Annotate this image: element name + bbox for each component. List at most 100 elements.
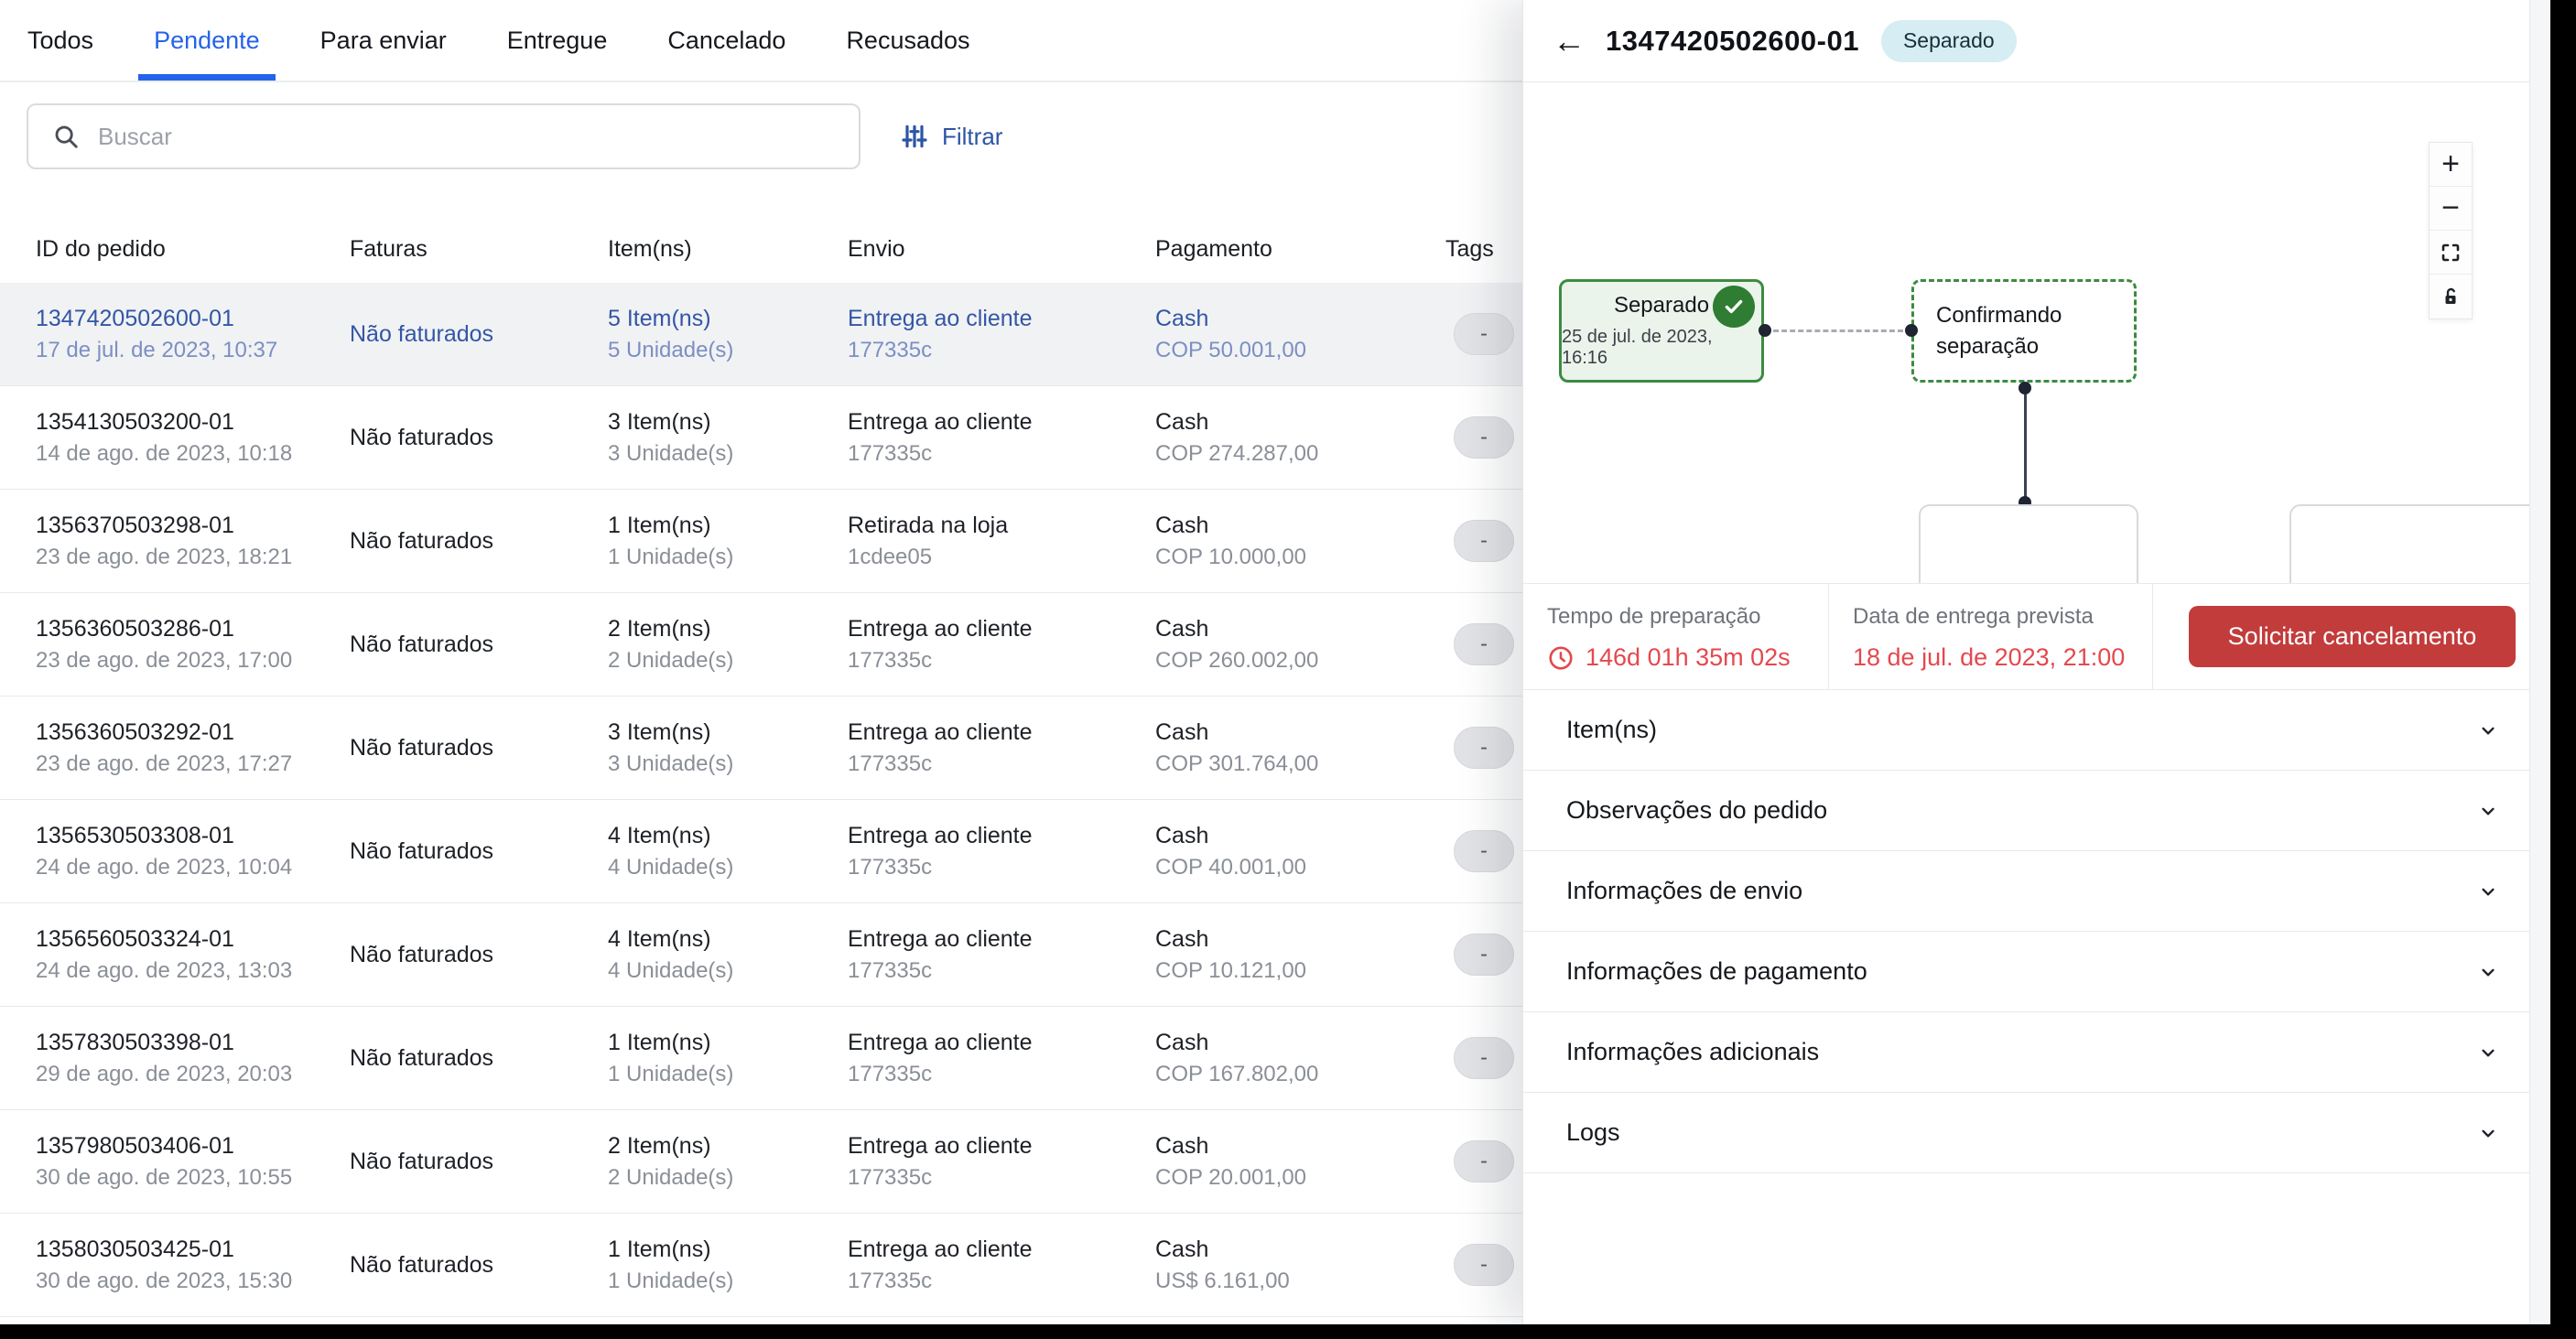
order-row[interactable]: 1356370503298-01 23 de ago. de 2023, 18:… [0, 490, 1522, 593]
payment-amount: COP 274.287,00 [1155, 443, 1445, 465]
items-count: 3 Item(ns) [608, 721, 848, 744]
edge-handle-dot [1759, 324, 1771, 337]
items-count: 2 Item(ns) [608, 618, 848, 641]
order-id-link[interactable]: 1357830503398-01 [36, 1031, 350, 1054]
shipping-code: 177335c [848, 753, 1155, 775]
status-tab[interactable]: Todos [27, 0, 93, 81]
tags-pill: - [1454, 934, 1514, 976]
lock-toggle-button[interactable] [2430, 275, 2472, 319]
workflow-node-confirmando[interactable]: Confirmando separação [1911, 279, 2137, 383]
column-header: Pagamento [1155, 236, 1445, 263]
detail-accordions: Item(ns) Observações do pedido Informaçõ… [1523, 690, 2551, 1173]
order-id-link[interactable]: 1356530503308-01 [36, 825, 350, 848]
cell-shipping: Entrega ao cliente 177335c [848, 1031, 1155, 1085]
accordion-section[interactable]: Informações de pagamento [1523, 932, 2551, 1012]
cell-order-id: 1356360503286-01 23 de ago. de 2023, 17:… [36, 618, 350, 672]
items-count: 1 Item(ns) [608, 1031, 848, 1054]
chevron-down-icon [2476, 1121, 2500, 1145]
order-row[interactable]: 1357980503406-01 30 de ago. de 2023, 10:… [0, 1110, 1522, 1214]
status-tab[interactable]: Para enviar [320, 0, 447, 81]
zoom-out-button[interactable]: − [2430, 187, 2472, 231]
summary-bar: Tempo de preparação 146d 01h 35m 02s Dat… [1523, 583, 2551, 690]
cell-order-id: 1354130503200-01 14 de ago. de 2023, 10:… [36, 411, 350, 465]
workflow-node-future[interactable] [2289, 504, 2551, 583]
order-row[interactable]: 1358030503425-01 30 de ago. de 2023, 15:… [0, 1214, 1522, 1317]
order-id-link[interactable]: 1347420502600-01 [36, 308, 350, 330]
order-id-link[interactable]: 1356360503286-01 [36, 618, 350, 641]
cell-order-id: 1357980503406-01 30 de ago. de 2023, 10:… [36, 1135, 350, 1189]
shipping-code: 177335c [848, 650, 1155, 672]
chevron-down-icon [2476, 799, 2500, 823]
order-row[interactable]: 1356530503308-01 24 de ago. de 2023, 10:… [0, 800, 1522, 903]
delivery-date-value: 18 de jul. de 2023, 21:00 [1853, 643, 2125, 672]
cell-payment: Cash COP 20.001,00 [1155, 1135, 1445, 1189]
order-id-link[interactable]: 1356360503292-01 [36, 721, 350, 744]
clock-icon [1547, 644, 1575, 672]
workflow-node-future[interactable] [1919, 504, 2138, 583]
tags-pill: - [1454, 520, 1514, 562]
order-row[interactable]: 1357830503398-01 29 de ago. de 2023, 20:… [0, 1007, 1522, 1110]
accordion-section[interactable]: Informações adicionais [1523, 1012, 2551, 1093]
cell-order-id: 1357830503398-01 29 de ago. de 2023, 20:… [36, 1031, 350, 1085]
cell-order-id: 1347420502600-01 17 de jul. de 2023, 10:… [36, 308, 350, 362]
unlock-icon [2440, 286, 2462, 308]
screen-edge-right [2550, 0, 2576, 1339]
cell-tags: - [1445, 727, 1522, 769]
zoom-in-button[interactable]: + [2430, 143, 2472, 187]
cell-items: 5 Item(ns) 5 Unidade(s) [608, 308, 848, 362]
accordion-title: Informações de pagamento [1566, 957, 2476, 986]
order-row[interactable]: 1356360503286-01 23 de ago. de 2023, 17:… [0, 593, 1522, 696]
items-count: 4 Item(ns) [608, 825, 848, 848]
order-id-link[interactable]: 1354130503200-01 [36, 411, 350, 434]
cell-tags: - [1445, 313, 1522, 355]
order-row[interactable]: 1356560503324-01 24 de ago. de 2023, 13:… [0, 903, 1522, 1007]
filter-button[interactable]: Filtrar [900, 103, 1002, 169]
tags-pill: - [1454, 416, 1514, 459]
accordion-section[interactable]: Logs [1523, 1093, 2551, 1173]
node-date: 25 de jul. de 2023, 16:16 [1562, 327, 1761, 369]
order-row[interactable]: 1354130503200-01 14 de ago. de 2023, 10:… [0, 386, 1522, 490]
status-tab[interactable]: Pendente [154, 0, 260, 81]
shipping-code: 177335c [848, 1270, 1155, 1292]
workflow-node-separado[interactable]: Separado 25 de jul. de 2023, 16:16 [1559, 279, 1764, 383]
order-id-link[interactable]: 1357980503406-01 [36, 1135, 350, 1158]
cell-order-id: 1356360503292-01 23 de ago. de 2023, 17:… [36, 721, 350, 775]
request-cancellation-button[interactable]: Solicitar cancelamento [2189, 606, 2516, 667]
payment-method: Cash [1155, 928, 1445, 951]
shipping-code: 177335c [848, 340, 1155, 362]
items-count: 4 Item(ns) [608, 928, 848, 951]
search-input[interactable] [98, 105, 859, 167]
cancel-button-area: Solicitar cancelamento [2153, 584, 2551, 689]
search-box[interactable] [27, 103, 860, 169]
order-row[interactable]: 1347420502600-01 17 de jul. de 2023, 10:… [0, 283, 1522, 386]
order-id-link[interactable]: 1358030503425-01 [36, 1238, 350, 1261]
cell-tags: - [1445, 1037, 1522, 1079]
panel-scrollbar-track[interactable] [2529, 0, 2550, 1324]
cell-tags: - [1445, 623, 1522, 665]
units-count: 1 Unidade(s) [608, 546, 848, 568]
status-tab[interactable]: Cancelado [667, 0, 785, 81]
accordion-section[interactable]: Item(ns) [1523, 690, 2551, 771]
payment-amount: COP 50.001,00 [1155, 340, 1445, 362]
edge-handle-dot [2019, 382, 2031, 394]
accordion-section[interactable]: Informações de envio [1523, 851, 2551, 932]
cell-shipping: Entrega ao cliente 177335c [848, 721, 1155, 775]
fit-view-button[interactable] [2430, 231, 2472, 275]
items-count: 2 Item(ns) [608, 1135, 848, 1158]
shipping-method: Retirada na loja [848, 514, 1155, 537]
order-id-link[interactable]: 1356370503298-01 [36, 514, 350, 537]
shipping-method: Entrega ao cliente [848, 1031, 1155, 1054]
tags-pill: - [1454, 623, 1514, 665]
order-id-link[interactable]: 1356560503324-01 [36, 928, 350, 951]
accordion-section[interactable]: Observações do pedido [1523, 771, 2551, 851]
invoice-status: Não faturados [350, 1254, 608, 1277]
prep-time-block: Tempo de preparação 146d 01h 35m 02s [1523, 584, 1829, 689]
payment-method: Cash [1155, 618, 1445, 641]
back-button[interactable]: ← [1553, 25, 1586, 58]
payment-amount: COP 167.802,00 [1155, 1064, 1445, 1085]
order-row[interactable]: 1356360503292-01 23 de ago. de 2023, 17:… [0, 696, 1522, 800]
cell-invoices: Não faturados [350, 633, 608, 656]
workflow-diagram[interactable]: Separado 25 de jul. de 2023, 16:16 Confi… [1523, 82, 2551, 583]
status-tab[interactable]: Recusados [846, 0, 969, 81]
status-tab[interactable]: Entregue [507, 0, 608, 81]
